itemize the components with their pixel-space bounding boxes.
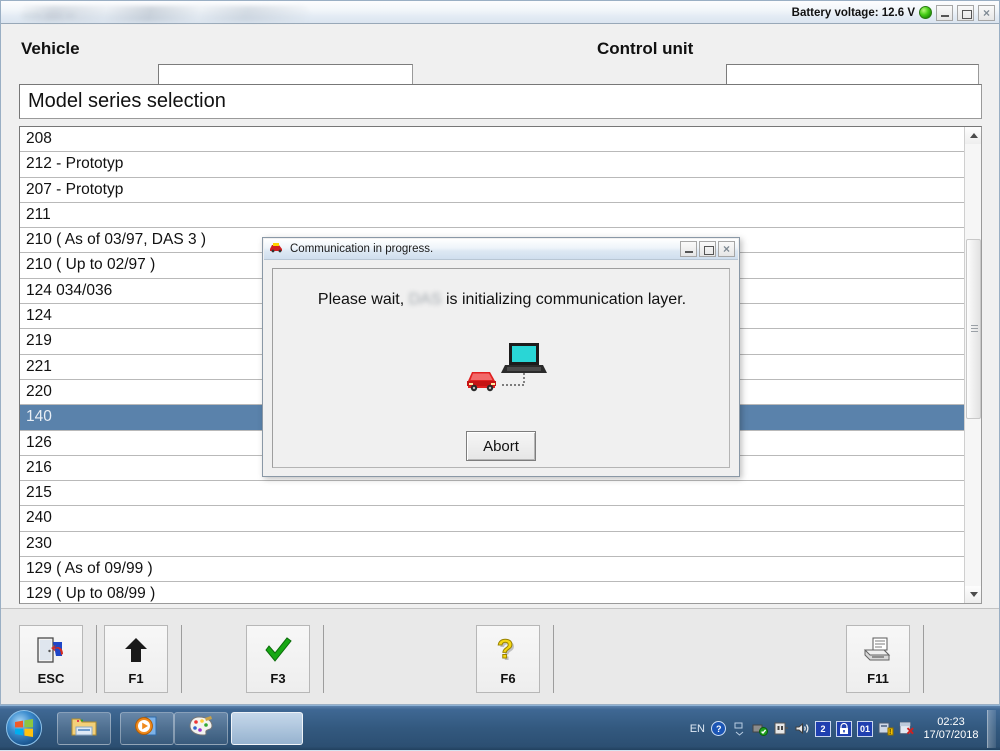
- clock-date: 17/07/2018: [920, 729, 982, 742]
- vehicle-label: Vehicle: [21, 39, 80, 59]
- window-minimize-button[interactable]: [936, 5, 953, 21]
- dialog-message-prefix: Please wait,: [318, 291, 404, 308]
- dialog-body: Please wait, DAS is initializing communi…: [272, 268, 730, 468]
- function-bar-separator-4: [553, 625, 554, 693]
- list-item[interactable]: 211: [20, 203, 964, 228]
- paint-palette-icon: [188, 715, 214, 742]
- list-item[interactable]: 230: [20, 532, 964, 557]
- taskbar-item-active-window[interactable]: [231, 712, 303, 745]
- dialog-message-redacted-word: DAS: [409, 291, 442, 309]
- battery-status-led-icon: [919, 6, 932, 19]
- dialog-title-text: Communication in progress.: [290, 243, 433, 255]
- dialog-window-controls: ×: [680, 241, 735, 257]
- scrollbar-grip-icon: [971, 325, 978, 333]
- yellow-question-mark-icon: ? ?: [495, 633, 521, 667]
- dialog-minimize-button[interactable]: [680, 241, 697, 257]
- car-to-laptop-link-icon: [463, 341, 553, 399]
- application-window: ...... ...... ... Battery voltage: 12.6 …: [0, 0, 1000, 705]
- svg-text:!: !: [889, 729, 891, 736]
- dialog-close-button[interactable]: ×: [718, 241, 735, 257]
- control-unit-label: Control unit: [597, 39, 693, 59]
- tray-warning-icon[interactable]: !: [878, 721, 894, 737]
- green-check-icon: [263, 633, 293, 667]
- media-player-icon: [135, 715, 159, 742]
- function-button-f1[interactable]: F1: [104, 625, 168, 693]
- taskbar-item-explorer[interactable]: [57, 712, 111, 745]
- list-item[interactable]: 129 ( Up to 08/99 ): [20, 582, 964, 604]
- exit-door-icon: [36, 633, 66, 667]
- show-desktop-button[interactable]: [987, 710, 996, 748]
- tray-badge-01-icon[interactable]: 01: [857, 721, 873, 737]
- scroll-up-button[interactable]: [965, 127, 982, 144]
- function-bar-separator-1: [96, 625, 97, 693]
- function-button-f3-label: F3: [270, 671, 285, 686]
- scroll-down-button[interactable]: [965, 586, 982, 603]
- folder-explorer-icon: [71, 715, 97, 742]
- function-button-f1-label: F1: [128, 671, 143, 686]
- list-item[interactable]: 212 - Prototyp: [20, 152, 964, 177]
- list-scrollbar[interactable]: [964, 127, 981, 603]
- function-bar-separator-3: [323, 625, 324, 693]
- list-item[interactable]: 240: [20, 506, 964, 531]
- dialog-maximize-button[interactable]: [699, 241, 716, 257]
- chevron-down-icon: [970, 592, 978, 597]
- window-maximize-button[interactable]: [957, 5, 974, 21]
- speaker-icon[interactable]: [794, 721, 810, 737]
- power-plug-icon[interactable]: [773, 721, 789, 737]
- network-connected-icon[interactable]: [752, 721, 768, 737]
- list-item[interactable]: 208: [20, 127, 964, 152]
- battery-voltage-indicator: Battery voltage: 12.6 V ×: [792, 3, 995, 22]
- function-bar-separator-2: [181, 625, 182, 693]
- abort-button[interactable]: Abort: [466, 431, 536, 461]
- dialog-title-bar[interactable]: Communication in progress. ×: [264, 239, 738, 260]
- system-tray: EN ? 2 01 ! 02:23 17/07/2018: [690, 706, 996, 751]
- dialog-message-suffix: is initializing communication layer.: [446, 291, 686, 308]
- tray-badge-lock-icon[interactable]: [836, 721, 852, 737]
- svg-text:?: ?: [716, 724, 722, 734]
- clock-time: 02:23: [920, 716, 982, 729]
- function-button-esc[interactable]: ESC: [19, 625, 83, 693]
- vehicle-header-bar: Vehicle Control unit: [1, 25, 999, 73]
- battery-voltage-label: Battery voltage: 12.6 V: [792, 7, 915, 19]
- page-title: Model series selection: [19, 84, 982, 119]
- window-title-bar[interactable]: ...... ...... ... Battery voltage: 12.6 …: [1, 1, 999, 24]
- svg-text:?: ?: [497, 635, 514, 664]
- dialog-message: Please wait, DAS is initializing communi…: [273, 291, 731, 309]
- list-item[interactable]: 215: [20, 481, 964, 506]
- tray-overflow-chevron-icon[interactable]: [731, 721, 747, 737]
- function-button-f6-label: F6: [500, 671, 515, 686]
- function-button-f6[interactable]: ? ? F6: [476, 625, 540, 693]
- function-key-bar: ESC F1 F3 ? ?: [1, 608, 999, 704]
- communication-progress-dialog: Communication in progress. × Please wait…: [262, 237, 740, 477]
- taskbar-item-media-player[interactable]: [120, 712, 174, 745]
- up-arrow-icon: [123, 633, 149, 667]
- car-diagnostic-icon: [269, 240, 284, 258]
- scrollbar-thumb[interactable]: [966, 239, 981, 419]
- function-bar-separator-5: [923, 625, 924, 693]
- windows-taskbar: EN ? 2 01 ! 02:23 17/07/2018: [0, 705, 1000, 750]
- list-item[interactable]: 129 ( As of 09/99 ): [20, 557, 964, 582]
- function-button-f11-label: F11: [867, 671, 889, 686]
- tray-language-indicator[interactable]: EN: [690, 723, 705, 735]
- tray-badge-1-icon[interactable]: 2: [815, 721, 831, 737]
- window-title-text: ...... ...... ...: [23, 6, 303, 21]
- taskbar-item-paint[interactable]: [174, 712, 228, 745]
- taskbar-clock[interactable]: 02:23 17/07/2018: [920, 716, 982, 742]
- chevron-up-icon: [970, 133, 978, 138]
- function-button-f11[interactable]: F11: [846, 625, 910, 693]
- function-button-f3[interactable]: F3: [246, 625, 310, 693]
- printer-icon: [862, 633, 894, 667]
- blue-question-icon[interactable]: ?: [710, 721, 726, 737]
- list-item[interactable]: 207 - Prototyp: [20, 178, 964, 203]
- action-center-flag-icon[interactable]: [899, 721, 915, 737]
- window-close-button[interactable]: ×: [978, 5, 995, 21]
- windows-start-orb-icon[interactable]: [6, 710, 42, 746]
- function-button-esc-label: ESC: [38, 671, 65, 686]
